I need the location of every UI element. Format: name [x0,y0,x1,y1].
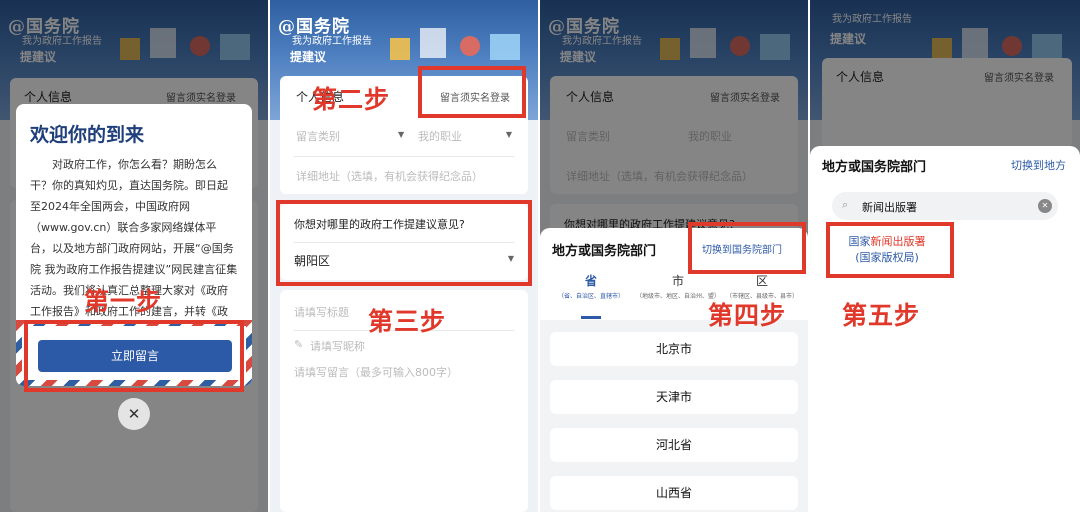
tab-underline [581,316,601,319]
list-item[interactable]: 山西省 [550,476,798,510]
step-one-label: 第一步 [84,287,163,316]
tab-city-label: 市 [671,274,684,288]
highlight-box-step2 [418,66,526,118]
panel-step-five: 我为政府工作报告 提建议 个人信息 留言须实名登录 地方或国务院部门 切换到地方… [810,0,1080,512]
title-input[interactable]: 请填写标题 [294,304,349,320]
brand-subtitle: 我为政府工作报告 [292,36,372,47]
list-item[interactable]: 北京市 [550,332,798,366]
close-glyph: ✕ [127,405,141,423]
welcome-title: 欢迎你的到来 [30,124,145,146]
sheet-title: 地方或国务院部门 [822,160,927,175]
brand-title: 提建议 [290,50,327,64]
pencil-icon: ✎ [294,338,304,351]
tab-province-sub: （省、自治区、直辖市） [557,293,624,300]
step-five-label: 第五步 [842,301,921,330]
chevron-down-icon: ▼ [505,130,512,139]
search-icon: ⌕ [842,198,849,211]
clear-icon[interactable]: ✕ [1038,199,1052,213]
panel-step-one: @国务院 我为政府工作报告 提建议 个人信息 留言须实名登录 欢迎你的到来 对政… [0,0,268,512]
region-name: 北京市 [655,342,692,356]
highlight-box-step4 [688,222,806,274]
search-input[interactable]: ⌕ 新闻出版署 ✕ [832,192,1058,220]
highlight-box-step5 [826,222,954,278]
list-item[interactable]: 天津市 [550,380,798,414]
divider [294,156,514,157]
step-three-label: 第三步 [368,307,447,336]
content-input[interactable]: 请填写留言（最多可输入800字） [294,364,458,380]
panel-steps-two-three: @国务院 我为政府工作报告 提建议 个人信息 留言须实名登录 留言类别 ▼ 我的… [270,0,538,512]
illustration-icon [390,28,520,60]
region-name: 河北省 [655,438,692,452]
category-select[interactable]: 留言类别 [296,128,340,144]
tab-district-label: 区 [755,274,768,288]
highlight-box-region [276,200,532,286]
switch-to-local-link[interactable]: 切换到地方 [1011,157,1066,173]
address-input[interactable]: 详细地址（选填，有机会获得纪念品） [296,168,483,184]
panel-step-four: @国务院 我为政府工作报告 提建议 个人信息 留言须实名登录 留言类别 我的职业… [540,0,808,512]
nickname-input[interactable]: 请填写昵称 [310,338,365,354]
tab-province-label: 省 [584,274,597,288]
close-icon[interactable]: ✕ [118,398,150,430]
tutorial-collage: @国务院 我为政府工作报告 提建议 个人信息 留言须实名登录 欢迎你的到来 对政… [0,0,1080,512]
chevron-down-icon: ▼ [398,130,405,139]
region-name: 天津市 [655,390,692,404]
list-item[interactable]: 河北省 [550,428,798,462]
highlight-box-step1 [24,320,244,392]
sheet-title: 地方或国务院部门 [552,244,657,259]
tab-province[interactable]: 省 （省、自治区、直辖市） [546,272,636,300]
search-value: 新闻出版署 [862,201,917,214]
region-name: 山西省 [655,486,692,500]
occupation-select[interactable]: 我的职业 [418,128,462,144]
step-two-label: 第二步 [312,85,391,114]
step-four-label: 第四步 [708,301,787,330]
